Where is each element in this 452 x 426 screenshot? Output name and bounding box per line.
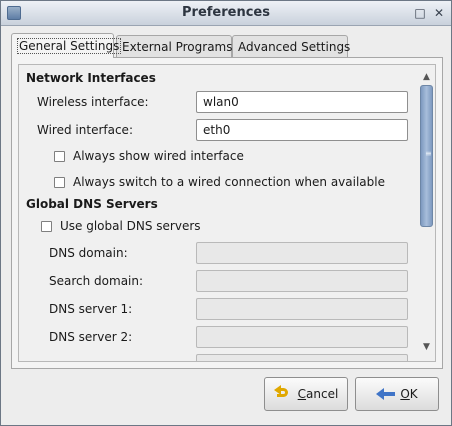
dns-domain-label: DNS domain: bbox=[49, 246, 128, 260]
global-dns-heading: Global DNS Servers bbox=[26, 197, 158, 211]
grip-icon: ≡ bbox=[425, 149, 432, 158]
tab-label: General Settings bbox=[17, 38, 122, 54]
dns-server-1-label: DNS server 1: bbox=[49, 302, 133, 316]
tab-general-settings[interactable]: General Settings bbox=[11, 33, 122, 58]
cancel-button-label: Cancel bbox=[298, 387, 339, 401]
vertical-scrollbar[interactable]: ▲ ≡ ▼ bbox=[419, 71, 434, 352]
wired-interface-label: Wired interface: bbox=[37, 123, 133, 137]
network-interfaces-heading: Network Interfaces bbox=[26, 71, 156, 85]
left-arrow-icon bbox=[376, 386, 396, 402]
dns-server-2-input bbox=[196, 326, 408, 348]
window-title: Preferences bbox=[182, 5, 270, 20]
search-domain-label: Search domain: bbox=[49, 274, 144, 288]
tab-external-programs[interactable]: External Programs bbox=[116, 35, 232, 57]
settings-scroll-area[interactable]: Network Interfaces Wireless interface: w… bbox=[18, 64, 436, 362]
dns-domain-input bbox=[196, 242, 408, 264]
scroll-down-icon[interactable]: ▼ bbox=[419, 341, 434, 353]
scrollbar-thumb[interactable]: ≡ bbox=[420, 85, 433, 227]
close-icon[interactable]: ✕ bbox=[431, 5, 447, 21]
tab-label: External Programs bbox=[122, 40, 233, 54]
undo-arrow-icon bbox=[273, 385, 294, 402]
maximize-icon[interactable]: □ bbox=[412, 5, 428, 21]
dns-server-2-label: DNS server 2: bbox=[49, 330, 133, 344]
search-domain-input bbox=[196, 270, 408, 292]
wired-interface-input[interactable]: eth0 bbox=[196, 119, 408, 141]
dns-server-3-input bbox=[196, 354, 408, 361]
scroll-up-icon[interactable]: ▲ bbox=[419, 71, 434, 83]
wireless-interface-input[interactable]: wlan0 bbox=[196, 91, 408, 113]
always-switch-wired-checkbox[interactable]: Always switch to a wired connection when… bbox=[54, 175, 385, 189]
wireless-interface-label: Wireless interface: bbox=[37, 95, 149, 109]
ok-label-rest: K bbox=[409, 387, 418, 401]
tab-advanced-settings[interactable]: Advanced Settings bbox=[232, 35, 351, 57]
checkbox-label: Use global DNS servers bbox=[60, 219, 201, 233]
cancel-label-rest: ancel bbox=[306, 387, 339, 401]
checkbox-box[interactable] bbox=[41, 220, 52, 232]
cancel-mnemonic: C bbox=[297, 387, 307, 401]
preferences-window: Preferences □ ✕ General Settings Externa… bbox=[0, 0, 452, 426]
title-bar[interactable]: Preferences □ ✕ bbox=[1, 1, 451, 26]
checkbox-box[interactable] bbox=[54, 176, 65, 188]
ok-mnemonic: O bbox=[400, 387, 410, 401]
ok-button-label: OK bbox=[400, 387, 417, 401]
use-global-dns-checkbox[interactable]: Use global DNS servers bbox=[41, 219, 201, 233]
general-settings-panel: Network Interfaces Wireless interface: w… bbox=[11, 57, 443, 369]
checkbox-label: Always show wired interface bbox=[73, 149, 244, 163]
always-show-wired-checkbox[interactable]: Always show wired interface bbox=[54, 149, 244, 163]
cancel-button[interactable]: Cancel bbox=[264, 377, 348, 411]
dns-server-1-input bbox=[196, 298, 408, 320]
ok-button[interactable]: OK bbox=[355, 377, 439, 411]
checkbox-label: Always switch to a wired connection when… bbox=[73, 175, 385, 189]
checkbox-box[interactable] bbox=[54, 150, 65, 162]
tab-label: Advanced Settings bbox=[238, 40, 351, 54]
